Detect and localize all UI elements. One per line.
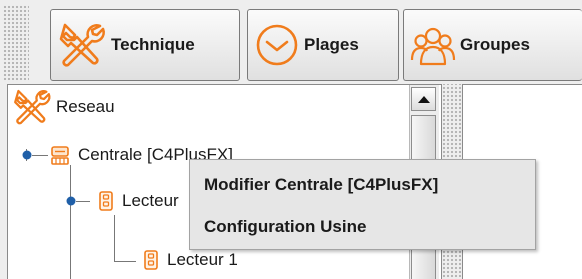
group-icon	[410, 22, 456, 68]
tree-node-reseau[interactable]: Reseau	[12, 85, 115, 129]
arrow-up-icon	[417, 95, 430, 103]
tree-node-lecteur[interactable]: Lecteur	[98, 186, 179, 216]
tree-node-label: Lecteur	[122, 191, 179, 210]
tree-connector	[76, 201, 90, 202]
groupes-button[interactable]: Groupes	[403, 9, 582, 81]
scroll-up-button[interactable]	[411, 87, 436, 111]
technique-button[interactable]: Technique	[50, 9, 240, 81]
toolbar-drag-grip[interactable]	[3, 5, 29, 82]
tree-connector	[114, 215, 115, 261]
wrench-screwdriver-icon	[57, 20, 107, 70]
expand-handle-icon[interactable]	[65, 195, 77, 207]
tree-connector	[114, 261, 136, 262]
clock-icon	[254, 22, 300, 68]
plages-button[interactable]: Plages	[247, 9, 399, 81]
technique-button-label: Technique	[111, 35, 195, 54]
reader-icon	[98, 190, 114, 212]
context-menu: Modifier Centrale [C4PlusFX] Configurati…	[189, 159, 536, 250]
controller-icon	[50, 144, 70, 166]
tree-connector	[32, 155, 48, 156]
tree-node-label: Lecteur 1	[167, 250, 238, 269]
menu-item-modifier-centrale[interactable]: Modifier Centrale [C4PlusFX]	[204, 175, 438, 195]
plages-button-label: Plages	[304, 35, 359, 54]
expand-handle-icon[interactable]	[21, 149, 33, 161]
menu-item-configuration-usine[interactable]: Configuration Usine	[204, 217, 366, 237]
tree-connector	[70, 165, 71, 279]
toolbar: Technique Plages Groupes	[0, 0, 582, 82]
tree-node-label: Reseau	[56, 97, 115, 116]
wrench-screwdriver-icon	[12, 87, 52, 127]
reader-icon	[143, 249, 159, 271]
groupes-button-label: Groupes	[460, 35, 530, 54]
